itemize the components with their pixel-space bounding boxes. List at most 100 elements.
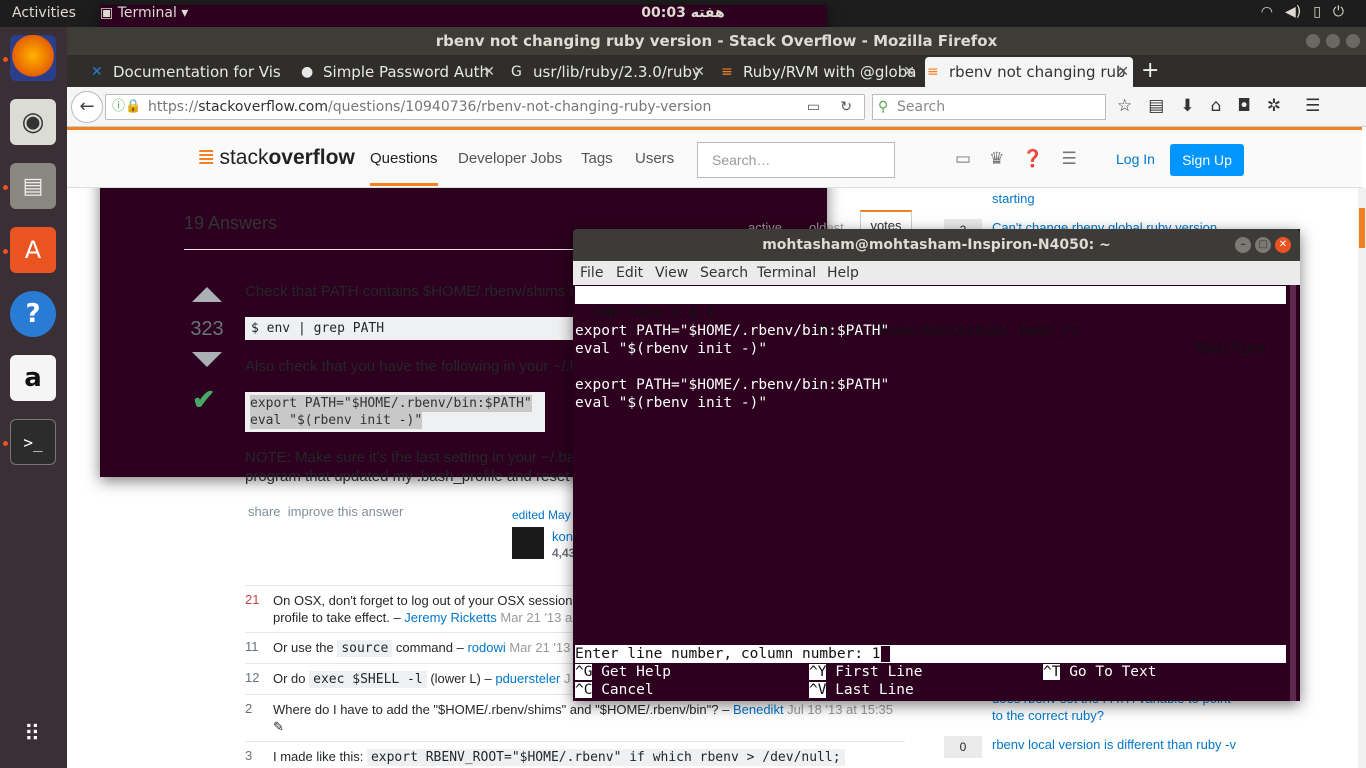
- menu-file[interactable]: File: [580, 261, 603, 285]
- inbox-icon[interactable]: ▭: [955, 149, 971, 169]
- nav-tags[interactable]: Tags: [581, 150, 613, 167]
- related-link[interactable]: to the correct ruby?: [992, 707, 1242, 724]
- terminal-icon[interactable]: >_: [10, 419, 56, 465]
- menu-edit[interactable]: Edit: [616, 261, 643, 285]
- shortcut-get-help[interactable]: ^G Get Help: [575, 663, 671, 681]
- related-link[interactable]: rbenv local version is different than ru…: [992, 736, 1242, 753]
- shortcut-first-line[interactable]: ^Y First Line: [809, 663, 923, 681]
- activities-button[interactable]: Activities: [12, 5, 76, 21]
- home-icon[interactable]: ⌂: [1211, 96, 1222, 116]
- back-button[interactable]: ←: [71, 91, 103, 123]
- search-bar[interactable]: ⚲ Search: [872, 94, 1106, 120]
- terminal-titlebar[interactable]: mohtasham@mohtasham-Inspiron-N4050: ~ – …: [573, 229, 1300, 261]
- maximize-button[interactable]: [1326, 34, 1340, 48]
- comment-author[interactable]: rodowi: [467, 640, 505, 655]
- nav-users[interactable]: Users: [635, 150, 674, 167]
- editor-line[interactable]: eval "$(rbenv init -)": [575, 394, 767, 412]
- close-button[interactable]: [1346, 34, 1360, 48]
- so-logo-icon: ≣: [197, 144, 216, 169]
- close-icon[interactable]: ✕: [1275, 237, 1291, 253]
- terminal-menubar: File Edit View Search Terminal Help: [573, 261, 1300, 285]
- scrollbar-thumb[interactable]: [1359, 208, 1365, 248]
- rhythmbox-icon[interactable]: ◉: [10, 99, 56, 145]
- pocket-icon[interactable]: ◘: [1237, 96, 1250, 116]
- downvote-button[interactable]: [192, 352, 222, 367]
- edit-pencil-icon[interactable]: ✎: [273, 719, 284, 734]
- share-link[interactable]: share: [248, 504, 281, 519]
- hamburger-menu-icon[interactable]: ☰: [1305, 96, 1320, 116]
- site-switcher-icon[interactable]: ☰: [1061, 149, 1076, 169]
- so-logo[interactable]: ≣ stackoverflow: [197, 144, 355, 170]
- comment-author[interactable]: Benedikt: [733, 702, 784, 717]
- power-icon[interactable]: ⏻: [1333, 4, 1344, 20]
- nav-questions[interactable]: Questions: [370, 150, 438, 186]
- close-tab-icon[interactable]: ✕: [903, 57, 915, 87]
- extension-icon[interactable]: ✲: [1267, 96, 1281, 116]
- amazon-icon[interactable]: a: [10, 355, 56, 401]
- reload-icon[interactable]: ↻: [840, 95, 852, 119]
- shortcut-last-line[interactable]: ^V Last Line: [809, 681, 914, 699]
- tab-rbenv-active[interactable]: ≡ rbenv not changing rub ✕: [925, 57, 1133, 87]
- terminal-scrollbar[interactable]: [1286, 285, 1300, 701]
- maximize-icon[interactable]: □: [1255, 237, 1271, 253]
- comment-date[interactable]: Jul 18 '13 at 15:35: [784, 702, 893, 717]
- menu-help[interactable]: Help: [827, 261, 859, 285]
- goto-line-prompt[interactable]: Enter line number, column number: 1: [575, 645, 1286, 663]
- menu-search[interactable]: Search: [700, 261, 748, 285]
- reader-view-icon[interactable]: ▭: [807, 95, 820, 119]
- comment-date[interactable]: Mar 21 '13 a: [497, 610, 572, 625]
- code-block: $ env | grep PATH: [245, 317, 575, 340]
- signup-button[interactable]: Sign Up: [1170, 144, 1244, 176]
- library-icon[interactable]: ▤: [1148, 96, 1164, 116]
- firefox-icon[interactable]: [10, 35, 56, 81]
- volume-icon[interactable]: ◀): [1285, 4, 1301, 20]
- editor-line[interactable]: eval "$(rbenv init -)": [575, 340, 767, 358]
- comment-date[interactable]: J: [560, 671, 571, 686]
- close-tab-icon[interactable]: ✕: [1117, 57, 1129, 87]
- tab-google[interactable]: Gusr/lib/ruby/2.3.0/ruby ✕: [509, 57, 709, 87]
- software-center-icon[interactable]: A: [10, 227, 56, 273]
- tab-github[interactable]: ● Simple Password Auth ✕: [299, 57, 499, 87]
- minimize-button[interactable]: [1306, 34, 1320, 48]
- so-search-input[interactable]: Search…: [697, 142, 895, 178]
- minimize-icon[interactable]: –: [1235, 237, 1251, 253]
- battery-icon[interactable]: ▯: [1313, 4, 1321, 20]
- wifi-icon[interactable]: ◠: [1261, 4, 1273, 20]
- user-name[interactable]: kon: [552, 529, 573, 544]
- close-tab-icon[interactable]: ✕: [693, 57, 705, 87]
- shortcut-go-to-text[interactable]: ^T Go To Text: [1043, 663, 1157, 681]
- tab-vscode-docs[interactable]: ✕ Documentation for Vis: [89, 57, 289, 87]
- nav-developer-jobs[interactable]: Developer Jobs: [458, 150, 562, 167]
- avatar[interactable]: [512, 527, 544, 559]
- tab-ruby-rvm[interactable]: ≡ Ruby/RVM with @globa ✕: [719, 57, 919, 87]
- new-tab-button[interactable]: +: [1141, 55, 1159, 87]
- editor-line[interactable]: export PATH="$HOME/.rbenv/bin:$PATH": [575, 376, 889, 394]
- vote-count: 323: [190, 318, 224, 340]
- bookmark-star-icon[interactable]: ☆: [1117, 96, 1132, 116]
- running-indicator: [3, 441, 8, 446]
- help-circle-icon[interactable]: ❓: [1022, 149, 1043, 169]
- shortcut-cancel[interactable]: ^C Cancel: [575, 681, 654, 699]
- edited-link[interactable]: edited May: [512, 508, 571, 522]
- menu-view[interactable]: View: [655, 261, 688, 285]
- related-link[interactable]: starting: [992, 190, 1242, 207]
- lock-icon[interactable]: ⓘ🔒: [112, 95, 141, 119]
- url-bar[interactable]: ⓘ🔒 https://stackoverflow.com/questions/1…: [105, 94, 865, 120]
- help-icon[interactable]: ?: [10, 291, 56, 337]
- login-link[interactable]: Log In: [1116, 151, 1155, 167]
- comment-code: exec $SHELL -l: [309, 671, 427, 688]
- upvote-button[interactable]: [192, 287, 222, 302]
- close-tab-icon[interactable]: ✕: [483, 57, 495, 87]
- comment-author[interactable]: Jeremy Ricketts: [404, 610, 496, 625]
- show-apps-icon[interactable]: ⠿: [10, 711, 56, 757]
- downloads-icon[interactable]: ⬇: [1180, 96, 1194, 116]
- improve-link[interactable]: improve this answer: [288, 504, 404, 519]
- files-icon[interactable]: ▤: [10, 163, 56, 209]
- achievements-icon[interactable]: ♛: [989, 149, 1004, 169]
- editor-line[interactable]: export PATH="$HOME/.rbenv/bin:$PATH": [575, 322, 889, 340]
- comment-author[interactable]: pduersteler: [495, 671, 560, 686]
- comment-date[interactable]: Mar 21 '13: [506, 640, 570, 655]
- menu-terminal[interactable]: Terminal: [757, 261, 816, 285]
- terminal-scrollbar-track[interactable]: [1290, 285, 1296, 701]
- page-scrollbar[interactable]: [1358, 188, 1366, 768]
